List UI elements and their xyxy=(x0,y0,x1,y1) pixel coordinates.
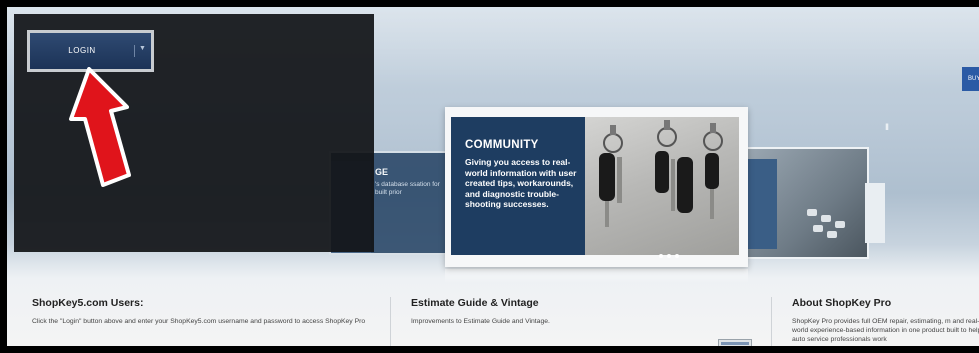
thumbnail-header xyxy=(721,342,749,345)
section-heading: ShopKey5.com Users: xyxy=(32,297,144,309)
card-reflection xyxy=(445,269,748,283)
card-title: COMMUNITY xyxy=(465,139,539,151)
calculator-key xyxy=(821,215,831,222)
calculator-key xyxy=(835,221,845,228)
calculator-key xyxy=(807,209,817,216)
red-annotation-arrow-icon xyxy=(69,67,131,187)
shopkey5-users-column: ShopKey5.com Users: Click the "Login" bu… xyxy=(32,297,372,326)
hanging-keys-image xyxy=(599,120,723,227)
estimate-guide-thumbnail[interactable] xyxy=(718,339,752,349)
card-text-panel: COMMUNITY Giving you access to real-worl… xyxy=(451,117,585,255)
login-button[interactable]: LOGIN ▼ xyxy=(27,30,154,72)
section-body: Improvements to Estimate Guide and Vinta… xyxy=(411,318,550,325)
calculator-key xyxy=(813,225,823,232)
dropdown-caret-icon[interactable]: ▼ xyxy=(139,45,146,52)
section-heading: Estimate Guide & Vintage xyxy=(411,297,539,309)
card-description: 's database ssation for built prior xyxy=(375,181,440,196)
section-body: Click the "Login" button above and enter… xyxy=(32,318,366,325)
info-section: ShopKey5.com Users: Click the "Login" bu… xyxy=(14,297,979,349)
pause-icon[interactable]: II xyxy=(885,122,889,132)
buy-button[interactable]: BUY xyxy=(962,67,979,91)
carousel-dot[interactable] xyxy=(667,254,671,258)
page-frame: BUY GE 's database ssation for built pri… xyxy=(0,0,979,353)
carousel-card-estimate[interactable] xyxy=(745,147,869,259)
thumbnail-line xyxy=(722,348,746,349)
section-heading: About ShopKey Pro xyxy=(792,297,892,309)
keys-photo xyxy=(585,117,739,255)
button-separator xyxy=(134,45,135,57)
column-divider xyxy=(771,297,772,346)
carousel-dot[interactable] xyxy=(659,254,663,258)
card-image xyxy=(747,159,777,249)
about-shopkey-column: About ShopKey Pro ShopKey Pro provides f… xyxy=(792,297,979,344)
calculator-key xyxy=(827,231,837,238)
carousel-card-community[interactable]: COMMUNITY Giving you access to real-worl… xyxy=(445,107,748,267)
carousel-dot[interactable] xyxy=(675,254,679,258)
section-body: ShopKey Pro provides full OEM repair, es… xyxy=(792,318,979,343)
estimate-guide-column: Estimate Guide & Vintage Improvements to… xyxy=(411,297,731,326)
carousel-card-far-right[interactable] xyxy=(865,183,885,243)
card-title: GE xyxy=(375,167,389,177)
column-divider xyxy=(390,297,391,346)
card-description: Giving you access to real-world informat… xyxy=(465,157,577,209)
carousel-dots[interactable] xyxy=(657,245,681,263)
login-label: LOGIN xyxy=(68,46,96,55)
